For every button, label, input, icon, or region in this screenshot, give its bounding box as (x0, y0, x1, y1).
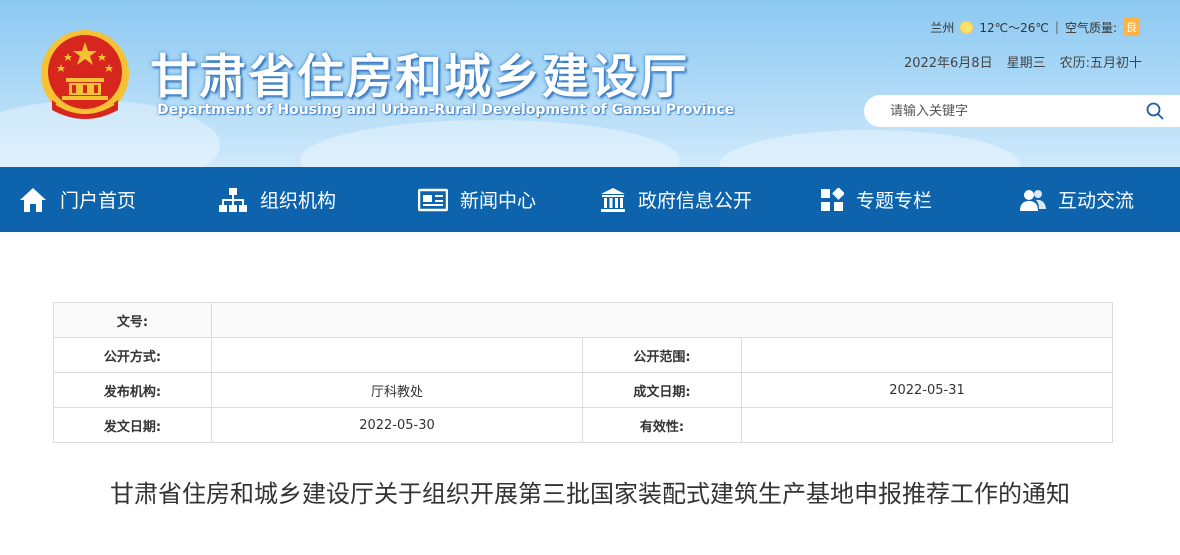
users-icon (1020, 189, 1046, 211)
cloud-decoration (720, 130, 1020, 167)
nav-item-gov-info[interactable]: 政府信息公开 (600, 167, 752, 232)
issuer-value: 厅科教处 (211, 372, 583, 408)
org-chart-icon (219, 187, 247, 212)
document-meta-table: 文号: 公开方式: 公开范围: 发布机构: 厅科教处 成文日期: 2022-05… (53, 302, 1113, 443)
nav-item-label: 政府信息公开 (638, 190, 753, 212)
validity-label: 有效性: (582, 407, 742, 443)
search-box (864, 95, 1180, 127)
disclosure-scope-label: 公开范围: (582, 337, 742, 373)
site-title[interactable]: 甘肃省住房和城乡建设厅 (150, 38, 689, 107)
air-quality-label: 空气质量: (1064, 20, 1117, 35)
home-icon (20, 187, 46, 212)
main-nav: 门户首页 组织机构 新闻中心 政府信息公开 专题专栏 互动交流 (0, 167, 1180, 232)
search-icon[interactable] (1146, 102, 1164, 120)
gregorian-date: 2022年6月8日 (903, 56, 993, 71)
newspaper-icon (418, 188, 448, 211)
cloud-decoration (300, 120, 680, 167)
written-date-label: 成文日期: (582, 372, 742, 408)
nav-item-interaction[interactable]: 互动交流 (1020, 167, 1134, 232)
disclosure-scope-value (741, 337, 1113, 373)
weather-separator: | (1054, 20, 1059, 34)
disclosure-method-label: 公开方式: (53, 337, 212, 373)
nav-item-label: 专题专栏 (856, 190, 933, 212)
nav-item-label: 组织机构 (260, 190, 337, 212)
doc-no-value (211, 302, 1113, 338)
site-header: 甘肃省住房和城乡建设厅 Department of Housing and Ur… (0, 0, 1180, 167)
table-row: 发布机构: 厅科教处 成文日期: 2022-05-31 (53, 372, 1113, 408)
grid-icon (821, 187, 844, 211)
national-emblem-icon[interactable] (38, 28, 132, 124)
lunar-date: 农历:五月初十 (1059, 56, 1142, 71)
sun-icon (960, 20, 974, 34)
weather-widget: 兰州 12℃～26℃ | 空气质量: 良 (930, 18, 1140, 36)
table-row: 发文日期: 2022-05-30 有效性: (53, 407, 1113, 443)
validity-value (741, 407, 1113, 443)
nav-item-home[interactable]: 门户首页 (18, 167, 136, 232)
search-input[interactable] (890, 103, 1130, 119)
weather-temp: 12℃～26℃ (979, 20, 1049, 35)
doc-no-label: 文号: (53, 302, 212, 338)
weather-city: 兰州 (930, 20, 955, 35)
government-building-icon (601, 187, 625, 212)
issue-date-value: 2022-05-30 (211, 407, 583, 443)
issuer-label: 发布机构: (53, 372, 212, 408)
nav-item-label: 新闻中心 (460, 190, 537, 212)
nav-item-topics[interactable]: 专题专栏 (820, 167, 932, 232)
table-row: 文号: (53, 302, 1113, 338)
nav-item-label: 门户首页 (60, 190, 137, 212)
date-line: 2022年6月8日 星期三 农历:五月初十 (904, 52, 1142, 71)
written-date-value: 2022-05-31 (741, 372, 1113, 408)
table-row: 公开方式: 公开范围: (53, 337, 1113, 373)
nav-item-news[interactable]: 新闻中心 (418, 167, 536, 232)
nav-item-organization[interactable]: 组织机构 (218, 167, 336, 232)
disclosure-method-value (211, 337, 583, 373)
issue-date-label: 发文日期: (53, 407, 212, 443)
article-title: 甘肃省住房和城乡建设厅关于组织开展第三批国家装配式建筑生产基地申报推荐工作的通知 (110, 480, 1070, 508)
weekday: 星期三 (1006, 56, 1046, 71)
site-subtitle: Department of Housing and Urban-Rural De… (157, 102, 735, 118)
nav-item-label: 互动交流 (1058, 190, 1135, 212)
air-quality-badge: 良 (1123, 18, 1140, 36)
